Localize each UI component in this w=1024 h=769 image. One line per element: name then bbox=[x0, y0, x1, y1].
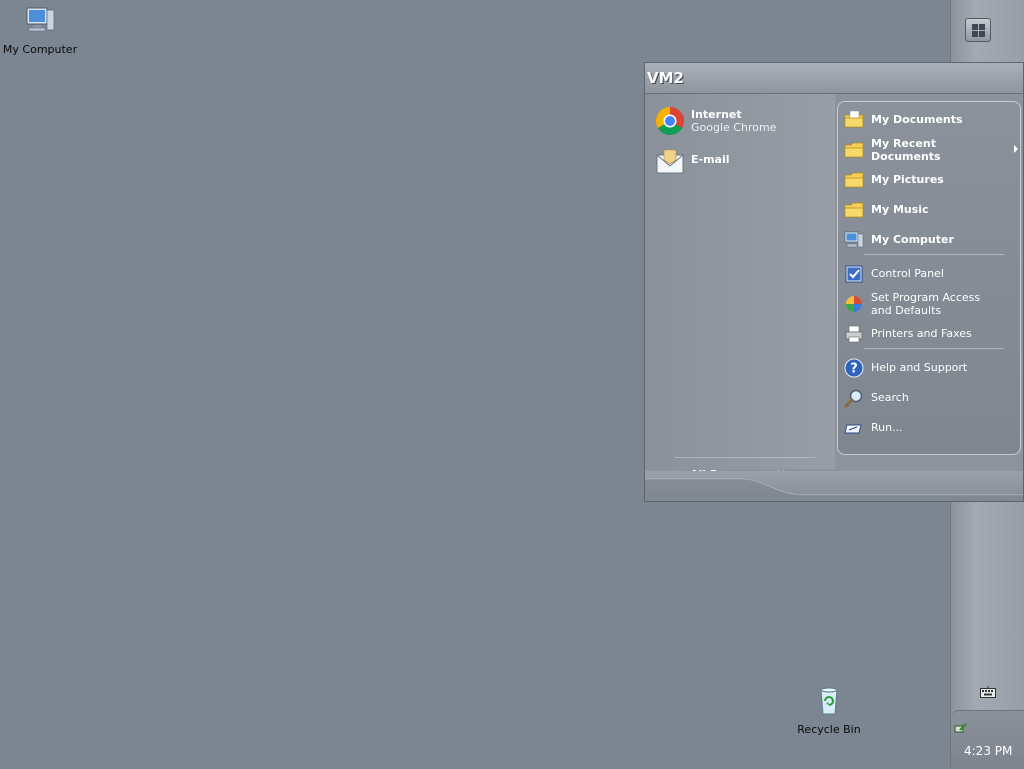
menu-item-control-panel[interactable]: Control Panel bbox=[842, 260, 1018, 288]
menu-item-my-music[interactable]: My Music bbox=[842, 196, 1018, 224]
email-icon bbox=[656, 149, 684, 174]
menu-item-label: My Computer bbox=[871, 233, 954, 246]
chrome-icon bbox=[656, 107, 684, 135]
pinned-item-title: E-mail bbox=[691, 153, 730, 166]
pinned-item-internet[interactable]: Internet Google Chrome bbox=[655, 104, 830, 140]
folder-icon bbox=[844, 110, 864, 128]
svg-text:?: ? bbox=[850, 362, 858, 377]
start-menu-header: VM2 bbox=[645, 63, 1023, 94]
menu-item-label: My Pictures bbox=[871, 173, 944, 186]
menu-item-run[interactable]: Run... bbox=[842, 414, 1018, 442]
desktop-icon-label: Recycle Bin bbox=[797, 723, 861, 736]
menu-item-label: Search bbox=[871, 391, 909, 404]
divider bbox=[864, 348, 1004, 349]
clock[interactable]: 4:23 PM bbox=[964, 744, 1012, 758]
start-button[interactable] bbox=[965, 18, 991, 42]
start-menu: VM2 Internet Google Chrome E-mail My Doc… bbox=[644, 62, 1024, 502]
program-access-icon bbox=[846, 296, 862, 312]
pinned-item-email[interactable]: E-mail bbox=[655, 144, 830, 180]
folder-icon bbox=[844, 142, 864, 158]
recycle-bin-icon bbox=[820, 687, 838, 715]
divider bbox=[675, 457, 815, 458]
menu-item-label: Help and Support bbox=[871, 361, 968, 374]
menu-item-label: My Documents bbox=[871, 113, 963, 126]
start-menu-footer bbox=[645, 471, 1023, 501]
footer-curve-decoration bbox=[645, 478, 1023, 501]
menu-item-my-pictures[interactable]: My Pictures bbox=[842, 166, 1018, 194]
menu-item-label: My Recent Documents bbox=[871, 137, 941, 163]
menu-item-label: My Music bbox=[871, 203, 929, 216]
user-name: VM2 bbox=[647, 69, 684, 87]
printer-icon bbox=[845, 325, 863, 343]
desktop-icon-my-computer[interactable]: My Computer bbox=[0, 4, 80, 56]
menu-item-search[interactable]: Search bbox=[842, 384, 1018, 412]
desktop-icon-label: My Computer bbox=[2, 43, 78, 56]
computer-icon bbox=[26, 7, 55, 32]
menu-item-my-computer[interactable]: My Computer bbox=[842, 226, 1018, 254]
search-icon bbox=[844, 389, 863, 408]
menu-item-my-documents[interactable]: My Documents bbox=[842, 106, 1018, 134]
menu-item-label: Run... bbox=[871, 421, 903, 434]
places-pane: My Documents My Recent Documents My Pict… bbox=[837, 101, 1021, 455]
divider bbox=[864, 254, 1004, 255]
folder-icon bbox=[844, 202, 864, 218]
menu-item-set-program-access[interactable]: Set Program Access and Defaults bbox=[842, 290, 1018, 318]
computer-icon bbox=[844, 231, 864, 248]
help-icon: ? bbox=[844, 358, 864, 378]
menu-item-label: Printers and Faxes bbox=[871, 327, 972, 340]
run-icon bbox=[844, 424, 862, 434]
menu-item-printers-and-faxes[interactable]: Printers and Faxes bbox=[842, 320, 1018, 348]
menu-item-my-recent-documents[interactable]: My Recent Documents bbox=[842, 136, 1018, 164]
desktop-icon-recycle-bin[interactable]: Recycle Bin bbox=[789, 684, 869, 736]
menu-item-label: Control Panel bbox=[871, 267, 944, 280]
submenu-arrow-icon bbox=[1014, 145, 1018, 153]
pinned-programs-pane: Internet Google Chrome E-mail All Progra… bbox=[645, 94, 835, 481]
network-icon[interactable] bbox=[954, 722, 968, 736]
windows-logo-icon bbox=[972, 24, 978, 30]
folder-icon bbox=[844, 172, 864, 188]
system-tray: 4:23 PM bbox=[951, 710, 1024, 769]
menu-item-help-and-support[interactable]: ? Help and Support bbox=[842, 354, 1018, 382]
pinned-item-title: Internet bbox=[691, 108, 742, 121]
pinned-item-subtitle: Google Chrome bbox=[691, 121, 777, 134]
control-panel-icon bbox=[845, 265, 863, 283]
keyboard-icon[interactable] bbox=[980, 686, 996, 698]
menu-item-label: Set Program Access and Defaults bbox=[871, 291, 981, 317]
